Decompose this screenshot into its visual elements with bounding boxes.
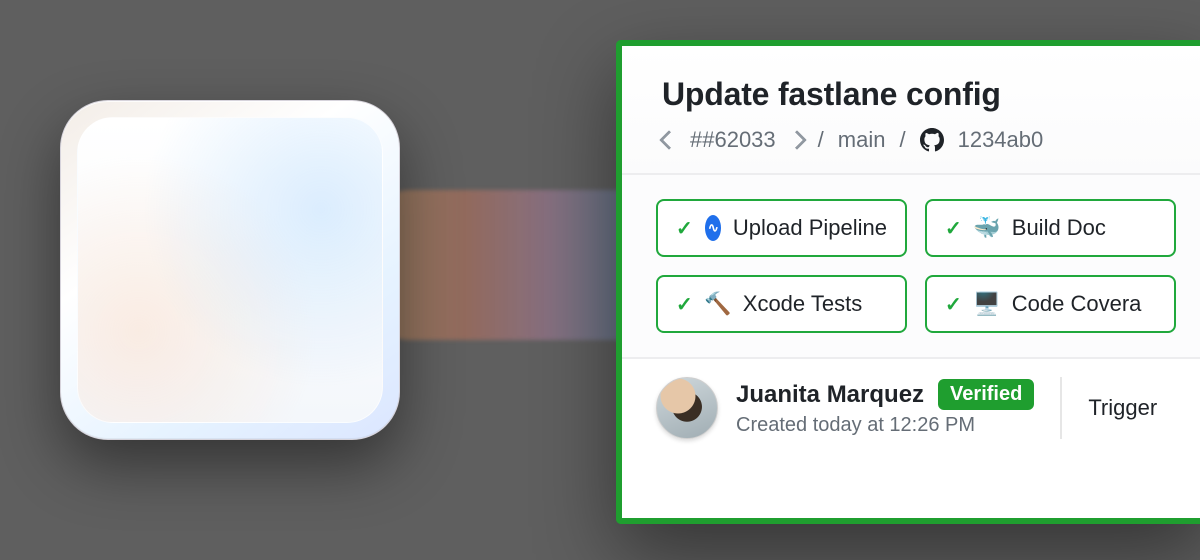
breadcrumb-separator: /	[818, 127, 824, 153]
xcode-icon: 🔨	[705, 291, 731, 317]
breadcrumb-separator: /	[899, 127, 905, 153]
chevron-right-icon[interactable]	[787, 130, 807, 150]
created-timestamp: Created today at 12:26 PM	[736, 414, 1034, 437]
check-icon: ✓	[676, 292, 693, 317]
circuit-traces	[77, 117, 383, 423]
chip-screw	[93, 133, 123, 163]
github-icon	[920, 128, 944, 152]
trigger-label: Trigger	[1088, 395, 1157, 421]
stage-label: Build Doc	[1012, 215, 1106, 241]
chevron-left-icon[interactable]	[659, 130, 679, 150]
build-header: Update fastlane config ##62033 / main / …	[622, 46, 1200, 175]
commit-link[interactable]: 1234ab0	[958, 127, 1044, 153]
check-icon: ✓	[676, 216, 693, 241]
pipeline-icon: ∿	[705, 215, 721, 241]
author-info: Juanita Marquez Verified Created today a…	[736, 379, 1034, 437]
check-icon: ✓	[945, 216, 962, 241]
build-id-link[interactable]: ##62033	[690, 127, 776, 153]
stage-xcode-tests[interactable]: ✓ 🔨 Xcode Tests	[656, 275, 907, 333]
chip-screw	[337, 377, 367, 407]
author-name: Juanita Marquez	[736, 381, 924, 409]
author-row: Juanita Marquez Verified Created today a…	[622, 359, 1200, 457]
check-icon: ✓	[945, 292, 962, 317]
monitor-icon: 🖥️	[974, 291, 1000, 317]
stage-code-coverage[interactable]: ✓ 🖥️ Code Covera	[925, 275, 1176, 333]
build-card: Update fastlane config ##62033 / main / …	[616, 40, 1200, 524]
vertical-divider	[1060, 377, 1062, 439]
stage-build-docker[interactable]: ✓ 🐳 Build Doc	[925, 199, 1176, 257]
branch-link[interactable]: main	[838, 127, 886, 153]
chip-screw	[93, 377, 123, 407]
stage-label: Xcode Tests	[743, 291, 862, 317]
chip-logo	[160, 181, 300, 291]
build-title: Update fastlane config	[662, 76, 1170, 113]
breadcrumb: ##62033 / main / 1234ab0	[662, 127, 1170, 153]
m2-chip-illustration: M2	[60, 100, 400, 440]
avatar[interactable]	[656, 377, 718, 439]
stage-label: Upload Pipeline	[733, 215, 887, 241]
chip-screw	[337, 133, 367, 163]
stage-grid: ✓ ∿ Upload Pipeline ✓ 🐳 Build Doc ✓ 🔨 Xc…	[622, 175, 1200, 359]
chip-model-badge: M2	[174, 344, 287, 396]
stage-upload-pipeline[interactable]: ✓ ∿ Upload Pipeline	[656, 199, 907, 257]
verified-badge: Verified	[938, 379, 1034, 410]
stage-label: Code Covera	[1012, 291, 1142, 317]
docker-icon: 🐳	[974, 215, 1000, 241]
